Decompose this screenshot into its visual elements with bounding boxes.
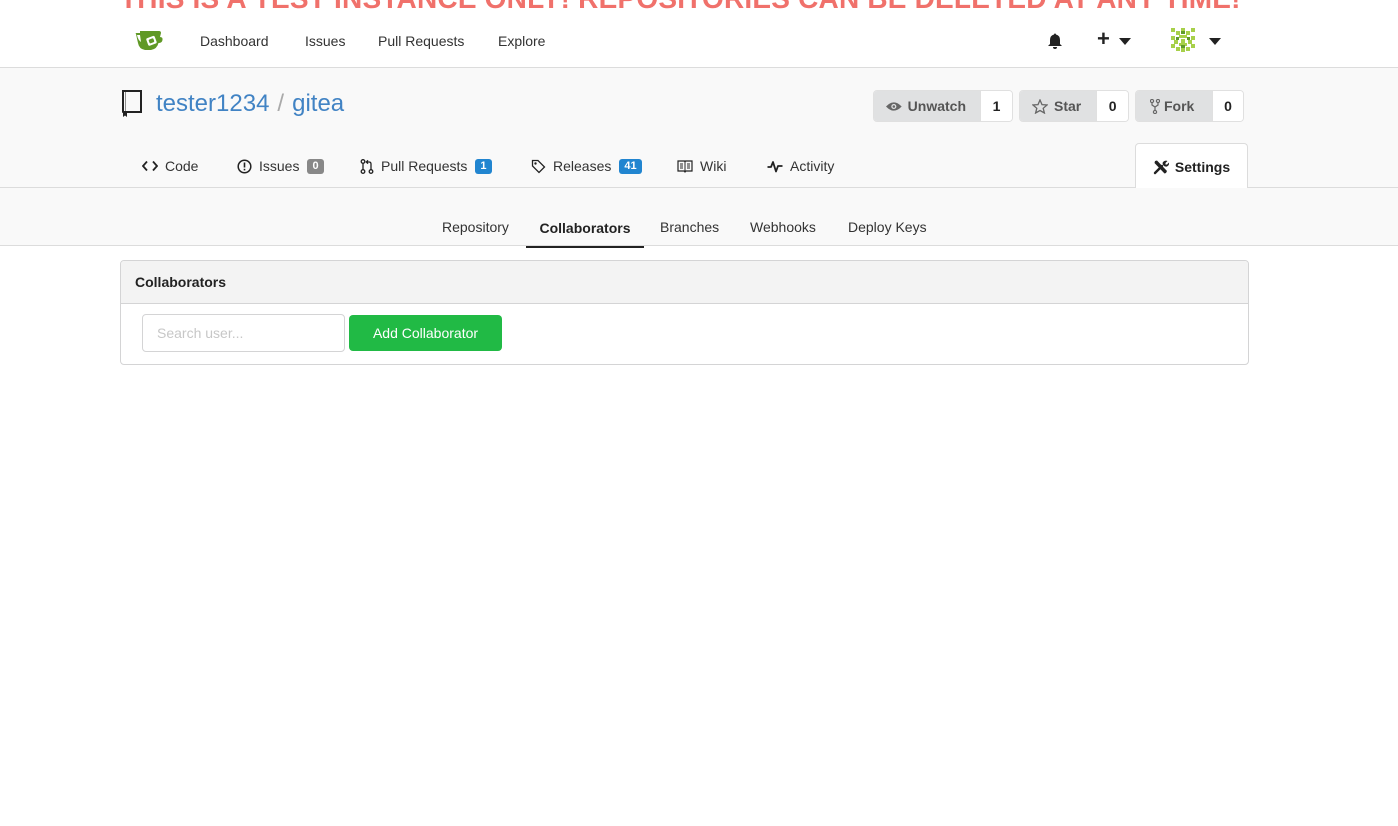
- plus-icon[interactable]: +: [1097, 28, 1110, 50]
- collaborators-panel-title: Collaborators: [121, 261, 1248, 304]
- nav-explore[interactable]: Explore: [498, 33, 545, 49]
- tab-settings[interactable]: Settings: [1135, 143, 1248, 189]
- tab-activity[interactable]: Activity: [767, 158, 834, 174]
- repo-book-icon: [122, 90, 142, 117]
- repo-name-link[interactable]: gitea: [292, 90, 344, 117]
- releases-count-badge: 41: [619, 158, 642, 174]
- tab-code[interactable]: Code: [142, 158, 198, 174]
- tab-wiki[interactable]: Wiki: [677, 158, 726, 174]
- star-label: Star: [1054, 98, 1082, 114]
- subnav-collaborators[interactable]: Collaborators: [526, 210, 644, 248]
- tools-icon: [1153, 160, 1169, 174]
- repo-path-separator: /: [277, 90, 285, 117]
- tag-icon: [531, 159, 546, 173]
- star-button[interactable]: Star: [1020, 91, 1097, 121]
- search-user-input[interactable]: [142, 314, 345, 352]
- book-icon: [677, 159, 693, 173]
- tab-pull-requests[interactable]: Pull Requests 1: [360, 158, 492, 174]
- tab-code-label: Code: [165, 158, 199, 174]
- settings-subnav: [0, 188, 1398, 246]
- issue-opened-icon: [237, 158, 252, 174]
- watch-count[interactable]: 1: [980, 91, 1012, 121]
- fork-button-group: Fork 0: [1135, 90, 1244, 122]
- pull-requests-count-badge: 1: [475, 158, 492, 174]
- tab-issues[interactable]: Issues 0: [237, 158, 324, 174]
- nav-dashboard[interactable]: Dashboard: [200, 33, 269, 49]
- repo-owner-link[interactable]: tester1234: [156, 90, 269, 117]
- create-dropdown-caret-icon[interactable]: [1119, 38, 1131, 45]
- tab-settings-label: Settings: [1174, 158, 1231, 175]
- subnav-deploy-keys[interactable]: Deploy Keys: [848, 219, 927, 235]
- watch-button-group: Unwatch 1: [873, 90, 1013, 122]
- star-icon: [1032, 98, 1048, 114]
- git-pull-request-icon: [360, 158, 374, 174]
- collaborators-panel: Collaborators Add Collaborator: [120, 260, 1249, 365]
- fork-count[interactable]: 0: [1212, 91, 1243, 121]
- star-button-group: Star 0: [1019, 90, 1129, 122]
- subnav-webhooks[interactable]: Webhooks: [750, 219, 816, 235]
- tab-pull-requests-label: Pull Requests: [381, 158, 468, 174]
- gitea-logo-icon[interactable]: [134, 28, 164, 54]
- repo-title: tester1234 / gitea: [156, 90, 344, 118]
- bell-icon[interactable]: [1046, 32, 1064, 50]
- nav-issues[interactable]: Issues: [305, 33, 345, 49]
- tab-releases[interactable]: Releases 41: [531, 158, 642, 174]
- tab-wiki-label: Wiki: [700, 158, 727, 174]
- unwatch-button[interactable]: Unwatch: [874, 91, 980, 121]
- code-icon: [142, 160, 158, 172]
- tab-releases-label: Releases: [553, 158, 612, 174]
- nav-pull-requests[interactable]: Pull Requests: [378, 33, 464, 49]
- tab-activity-label: Activity: [790, 158, 835, 174]
- star-count[interactable]: 0: [1096, 91, 1128, 121]
- fork-label: Fork: [1164, 98, 1195, 114]
- fork-button[interactable]: Fork: [1136, 91, 1212, 121]
- user-avatar[interactable]: [1170, 27, 1196, 53]
- tab-issues-label: Issues: [259, 158, 300, 174]
- issues-count-badge: 0: [307, 158, 324, 174]
- pulse-icon: [767, 160, 783, 172]
- fork-icon: [1150, 98, 1160, 114]
- add-collaborator-button[interactable]: Add Collaborator: [349, 315, 502, 351]
- user-dropdown-caret-icon[interactable]: [1209, 38, 1221, 45]
- subnav-repository[interactable]: Repository: [442, 219, 509, 235]
- unwatch-label: Unwatch: [907, 98, 966, 114]
- eye-icon: [886, 101, 902, 111]
- subnav-branches[interactable]: Branches: [660, 219, 719, 235]
